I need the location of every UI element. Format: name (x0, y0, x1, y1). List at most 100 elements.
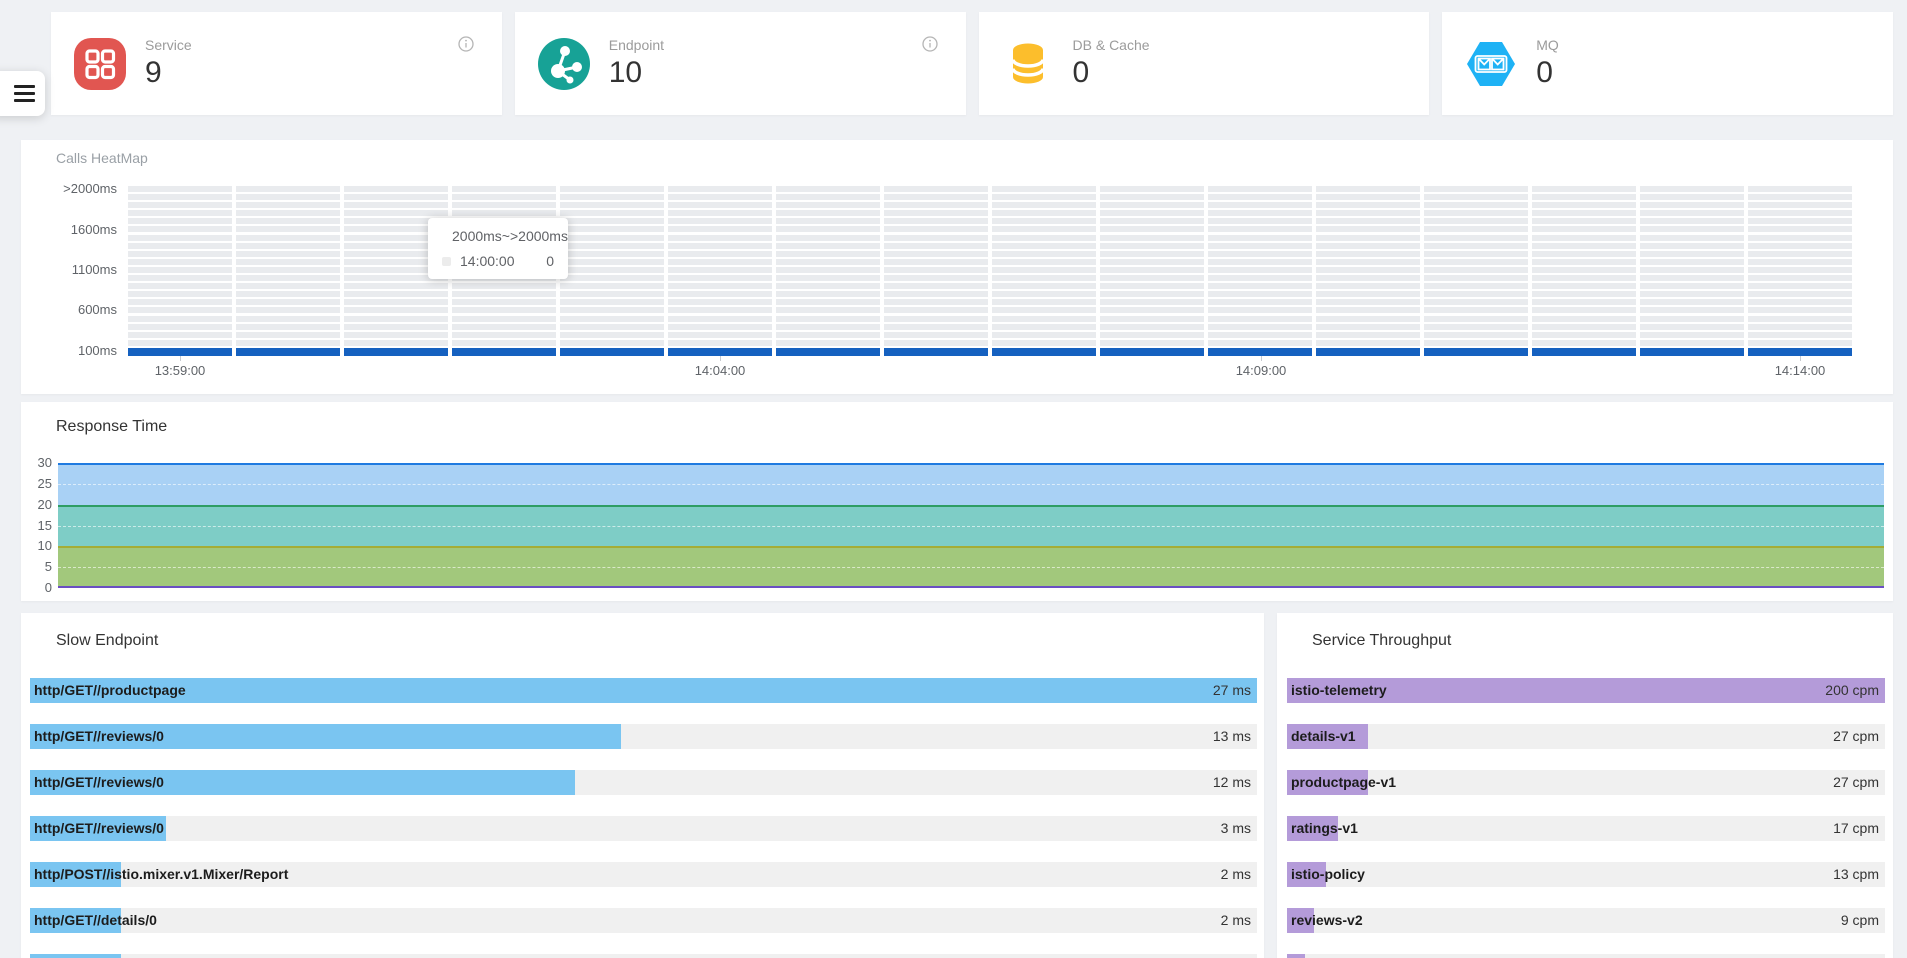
heatmap-row (128, 324, 1852, 330)
heatmap-cell (668, 275, 772, 281)
service-throughput-row[interactable]: details-v127 cpm (1287, 724, 1885, 749)
heatmap-cell (1316, 218, 1420, 224)
heatmap-cell (992, 348, 1096, 356)
stat-label: MQ (1536, 37, 1559, 53)
heatmap-cell (1316, 307, 1420, 313)
heatmap-cell (1424, 348, 1528, 356)
series-line (58, 546, 1884, 548)
calls-heatmap-grid[interactable] (128, 186, 1852, 356)
slow-endpoint-row[interactable]: http/GET//reviews/013 ms (30, 724, 1257, 749)
slow-endpoint-row[interactable]: http/GET//reviews/03 ms (30, 816, 1257, 841)
heatmap-cell (1316, 226, 1420, 232)
heatmap-cell (1748, 243, 1852, 249)
heatmap-cell (1208, 307, 1312, 313)
heatmap-tooltip: 2000ms~>2000ms 14:00:00 0 (428, 218, 568, 279)
heatmap-cell (128, 348, 232, 356)
heatmap-row (128, 210, 1852, 216)
heatmap-cell (884, 316, 988, 322)
service-throughput-row[interactable]: istio-policy13 cpm (1287, 862, 1885, 887)
slow-endpoint-row[interactable]: http/GET//reviews/012 ms (30, 770, 1257, 795)
heatmap-cell (452, 291, 556, 297)
series-line (58, 586, 1884, 588)
response-time-y-axis: 302520151050 (21, 402, 52, 601)
sidebar-toggle-button[interactable] (0, 71, 45, 116)
heatmap-row (128, 275, 1852, 281)
heatmap-cell (236, 202, 340, 208)
bar-fill (1287, 954, 1305, 958)
slow-endpoint-row[interactable]: http/POST//istio.mixer.v1.Mixer/Report2 … (30, 862, 1257, 887)
slow-endpoint-row[interactable]: http/GET//productpage27 ms (30, 678, 1257, 703)
heatmap-cell (128, 291, 232, 297)
heatmap-cell (1640, 218, 1744, 224)
heatmap-cell (236, 267, 340, 273)
heatmap-cell (128, 194, 232, 200)
heatmap-row (128, 226, 1852, 232)
response-time-chart[interactable] (58, 463, 1884, 588)
heatmap-cell (344, 283, 448, 289)
heatmap-cell (1100, 194, 1204, 200)
heatmap-cell (1532, 226, 1636, 232)
x-axis-tick: 14:14:00 (1745, 363, 1855, 378)
heatmap-cell (668, 307, 772, 313)
heatmap-cell (668, 259, 772, 265)
heatmap-cell (1532, 235, 1636, 241)
heatmap-cell (1532, 299, 1636, 305)
heatmap-cell (776, 226, 880, 232)
heatmap-cell (992, 235, 1096, 241)
heatmap-cell (1100, 307, 1204, 313)
service-throughput-row[interactable]: reviews-v29 cpm (1287, 908, 1885, 933)
service-throughput-row[interactable]: productpage-v127 cpm (1287, 770, 1885, 795)
slow-endpoint-row[interactable] (30, 954, 1257, 958)
heatmap-cell (1208, 251, 1312, 257)
stat-label: Endpoint (609, 37, 664, 53)
tooltip-time: 14:00:00 (460, 253, 515, 269)
service-throughput-row[interactable]: istio-telemetry200 cpm (1287, 678, 1885, 703)
service-throughput-row[interactable]: ratings-v117 cpm (1287, 816, 1885, 841)
info-icon[interactable] (458, 36, 474, 52)
heatmap-cell (1208, 202, 1312, 208)
y-axis-tick: 20 (38, 497, 52, 513)
heatmap-cell (1100, 299, 1204, 305)
heatmap-cell (560, 316, 664, 322)
service-throughput-row[interactable] (1287, 954, 1885, 958)
heatmap-cell (452, 340, 556, 346)
gridline (58, 526, 1884, 527)
heatmap-cell (236, 332, 340, 338)
heatmap-row (128, 259, 1852, 265)
heatmap-cell (1532, 307, 1636, 313)
heatmap-cell (1532, 283, 1636, 289)
heatmap-cell (668, 348, 772, 356)
heatmap-cell (992, 299, 1096, 305)
heatmap-cell (668, 202, 772, 208)
slow-endpoint-title: Slow Endpoint (56, 632, 158, 650)
heatmap-cell (1424, 218, 1528, 224)
heatmap-cell (992, 259, 1096, 265)
bar-value: 3 ms (1221, 816, 1251, 841)
heatmap-row (128, 283, 1852, 289)
heatmap-cell (1640, 340, 1744, 346)
heatmap-cell (1100, 226, 1204, 232)
heatmap-cell (128, 307, 232, 313)
series-line (58, 505, 1884, 507)
slow-endpoint-row[interactable]: http/GET//details/02 ms (30, 908, 1257, 933)
heatmap-cell (668, 283, 772, 289)
heatmap-cell (668, 210, 772, 216)
heatmap-cell (668, 299, 772, 305)
heatmap-cell (344, 186, 448, 192)
heatmap-cell (1100, 210, 1204, 216)
stat-value: 0 (1073, 56, 1150, 90)
heatmap-cell (236, 316, 340, 322)
heatmap-cell (452, 324, 556, 330)
stat-label: DB & Cache (1073, 37, 1150, 53)
heatmap-cell (1424, 251, 1528, 257)
bar-label: http/GET//reviews/0 (34, 770, 164, 795)
heatmap-cell (668, 186, 772, 192)
heatmap-cell (236, 226, 340, 232)
heatmap-cell (1532, 324, 1636, 330)
heatmap-cell (668, 291, 772, 297)
info-icon[interactable] (922, 36, 938, 52)
heatmap-cell (1100, 267, 1204, 273)
heatmap-cell (1208, 324, 1312, 330)
heatmap-cell (668, 316, 772, 322)
heatmap-cell (1100, 291, 1204, 297)
